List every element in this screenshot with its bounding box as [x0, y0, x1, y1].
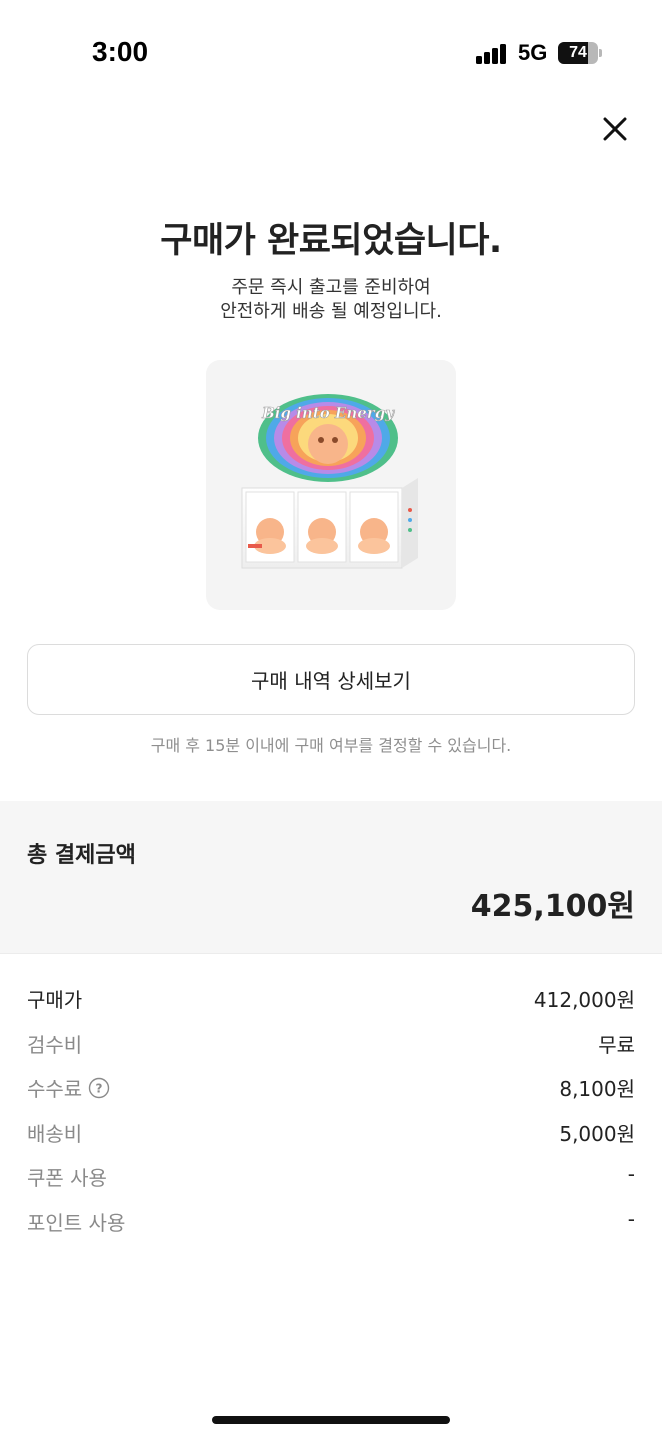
- subtitle-line-1: 주문 즉시 출고를 준비하여: [231, 277, 431, 298]
- row-label: 쿠폰 사용: [27, 1166, 107, 1191]
- row-value: 8,100원: [559, 1077, 635, 1102]
- purchase-price-row: 구매가 412,000원: [27, 976, 635, 1021]
- points-row: 포인트 사용 -: [27, 1199, 635, 1244]
- product-logo-text: Big into Energy: [261, 404, 395, 422]
- row-label: 구매가: [27, 988, 83, 1012]
- row-value: 무료: [598, 1032, 635, 1057]
- page-title: 구매가 완료되었습니다.: [160, 221, 502, 261]
- commission-row: 수수료 ? 8,100원: [27, 1065, 635, 1110]
- status-bar: 3:00 5G 74: [0, 0, 662, 100]
- coupon-row: 쿠폰 사용 -: [27, 1154, 635, 1199]
- row-label: 검수비: [27, 1032, 83, 1057]
- shipping-fee-row: 배송비 5,000원: [27, 1110, 635, 1155]
- home-indicator[interactable]: [212, 1416, 450, 1424]
- product-image: Big into Energy: [206, 360, 456, 610]
- help-icon[interactable]: ?: [88, 1077, 110, 1099]
- signal-icon: [476, 44, 508, 64]
- row-value: -: [627, 1162, 635, 1187]
- inspection-fee-row: 검수비 무료: [27, 1021, 635, 1066]
- battery-level: 74: [569, 44, 587, 61]
- view-purchase-details-button[interactable]: 구매 내역 상세보기: [27, 644, 635, 715]
- row-label-wrap: 수수료 ?: [27, 1073, 110, 1102]
- subtitle: 주문 즉시 출고를 준비하여 안전하게 배송 될 예정입니다.: [0, 276, 662, 324]
- battery-icon: 74: [558, 42, 602, 64]
- row-value: 412,000원: [533, 988, 635, 1012]
- row-label: 수수료: [27, 1077, 83, 1102]
- status-time: 3:00: [92, 36, 149, 67]
- row-label: 배송비: [27, 1121, 83, 1146]
- close-icon: [603, 117, 627, 141]
- close-button[interactable]: [598, 112, 632, 146]
- svg-text:?: ?: [96, 1081, 103, 1095]
- network-type: 5G: [518, 40, 548, 65]
- row-value: -: [627, 1206, 635, 1231]
- row-label: 포인트 사용: [27, 1210, 126, 1235]
- total-label: 총 결제금액: [27, 843, 136, 868]
- price-breakdown: 구매가 412,000원 검수비 무료 수수료 ? 8,100원 배송비 5,0…: [27, 976, 635, 1244]
- decision-notice: 구매 후 15분 이내에 구매 여부를 결정할 수 있습니다.: [150, 736, 512, 755]
- row-value: 5,000원: [559, 1121, 635, 1146]
- subtitle-line-2: 안전하게 배송 될 예정입니다.: [220, 301, 442, 322]
- total-value: 425,100원: [470, 889, 635, 924]
- total-payment-section: 총 결제금액 425,100원: [0, 801, 662, 954]
